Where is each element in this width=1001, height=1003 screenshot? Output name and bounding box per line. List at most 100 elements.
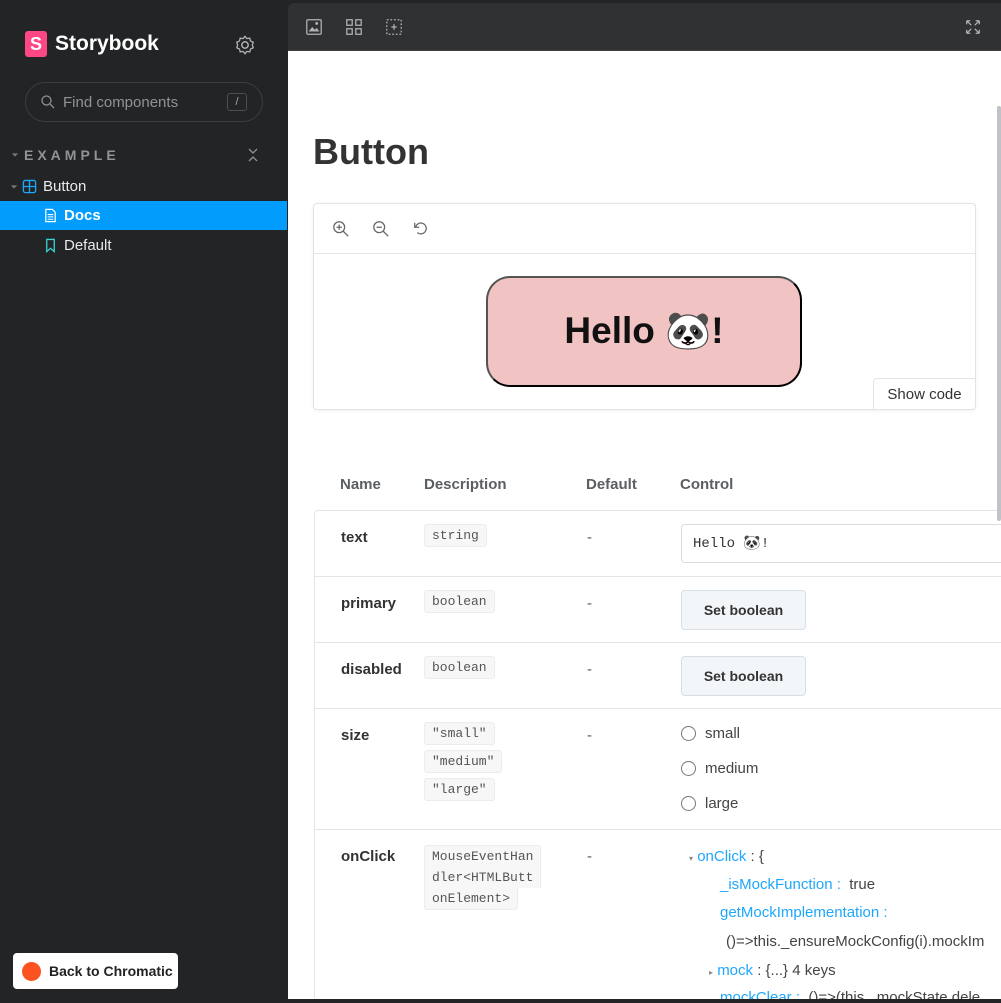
set-boolean-button[interactable]: Set boolean <box>681 590 806 630</box>
back-to-chromatic-button[interactable]: Back to Chromatic <box>13 953 178 989</box>
onclick-object-tree: ▾ onClick : { _isMockFunction : true get… <box>315 830 1001 999</box>
arg-type: boolean <box>424 656 495 684</box>
zoom-out-icon[interactable] <box>372 220 390 238</box>
reset-zoom-icon[interactable] <box>412 220 430 238</box>
arg-name: disabled <box>341 661 402 678</box>
type-tag: boolean <box>424 590 495 613</box>
arg-row-onclick: onClick MouseEventHan dler<HTMLButt onEl… <box>315 830 1001 999</box>
control-column-header: Control <box>680 476 734 493</box>
demo-button[interactable]: Hello 🐼! <box>486 276 802 387</box>
radio-label: medium <box>705 760 759 777</box>
search-input[interactable]: Find components / <box>25 82 263 122</box>
tree-is-mock: _isMockFunction : true <box>720 876 875 893</box>
arg-default: - <box>587 529 592 546</box>
arg-type: "small" "medium" "large" <box>424 722 503 806</box>
story-toolbar <box>314 204 975 254</box>
preview-toolbar <box>288 3 1001 51</box>
sidebar-item-button[interactable]: Button <box>0 172 288 201</box>
radio-circle[interactable] <box>681 761 696 776</box>
radio-medium[interactable]: medium <box>681 751 758 786</box>
component-label: Button <box>43 178 87 195</box>
tree-value: : {...} 4 keys <box>757 962 836 979</box>
component-icon <box>22 179 37 194</box>
type-tag: string <box>424 524 487 547</box>
tree-key: mock <box>717 962 754 979</box>
set-boolean-button[interactable]: Set boolean <box>681 656 806 696</box>
preview-panel: Button Hello 🐼! Show code Name Descripti… <box>287 0 1001 1003</box>
chevron-down-icon <box>11 153 19 157</box>
page-title: Button <box>313 131 429 172</box>
sidebar-item-docs[interactable]: Docs <box>0 201 288 230</box>
tree-get-impl: getMockImplementation : <box>720 904 888 921</box>
document-icon <box>45 208 56 223</box>
arg-row-size: size "small" "medium" "large" - small me… <box>315 709 1001 830</box>
search-icon <box>41 95 55 109</box>
arg-row-disabled: disabled boolean - Set boolean <box>315 643 1001 709</box>
type-tag: "small" <box>424 722 495 745</box>
tree-key: _isMockFunction : <box>720 876 841 893</box>
example-group[interactable]: EXAMPLE <box>11 147 261 163</box>
radio-circle[interactable] <box>681 726 696 741</box>
tree-mock-clear: mockClear : ()=>(this._mockState.dele <box>720 989 980 999</box>
tree-root-key: onClick <box>697 848 747 865</box>
default-column-header: Default <box>586 476 637 493</box>
radio-label: small <box>705 725 741 742</box>
outline-icon[interactable] <box>385 18 403 36</box>
zoom-in-icon[interactable] <box>332 220 350 238</box>
grid-icon[interactable] <box>345 18 363 36</box>
text-input[interactable]: Hello 🐼! <box>681 524 1001 563</box>
sidebar-item-default[interactable]: Default <box>0 231 288 260</box>
radio-large[interactable]: large <box>681 786 758 821</box>
tree-key: mockClear : <box>720 989 801 999</box>
show-code-button[interactable]: Show code <box>873 378 976 410</box>
type-tag: "medium" <box>424 750 503 773</box>
story-preview: Hello 🐼! Show code <box>313 203 976 410</box>
search-placeholder: Find components <box>63 93 179 111</box>
arg-default: - <box>587 727 592 744</box>
arg-name: text <box>341 529 368 546</box>
storybook-logo[interactable]: S Storybook <box>25 31 159 57</box>
chevron-down-icon <box>10 184 18 189</box>
docs-canvas: Button Hello 🐼! Show code Name Descripti… <box>288 51 1001 999</box>
tree-value: ()=>(this._mockState.dele <box>808 989 981 999</box>
brand-name: Storybook <box>55 32 159 55</box>
back-label: Back to Chromatic <box>49 963 173 979</box>
vertical-scrollbar[interactable] <box>997 106 1001 521</box>
args-table: text string - Hello 🐼! primary boolean -… <box>314 510 1001 999</box>
tree-root-suffix: : { <box>750 848 764 865</box>
collapse-icon[interactable] <box>247 147 259 163</box>
arg-name: size <box>341 727 370 744</box>
tree-get-impl-value: ()=>this._ensureMockConfig(i).mockIm <box>726 933 985 950</box>
group-label: EXAMPLE <box>24 147 120 163</box>
sidebar: S Storybook Find components / EXAMPLE Bu… <box>0 0 288 1003</box>
description-column-header: Description <box>424 476 507 493</box>
text-control[interactable]: Hello 🐼! <box>681 524 1001 563</box>
type-tag: "large" <box>424 778 495 801</box>
image-icon[interactable] <box>305 18 323 36</box>
settings-icon[interactable] <box>234 34 256 56</box>
type-tag: boolean <box>424 656 495 679</box>
arg-row-primary: primary boolean - Set boolean <box>315 577 1001 643</box>
chevron-right-icon: ▸ <box>709 968 714 977</box>
chromatic-icon <box>22 961 41 981</box>
name-column-header: Name <box>340 476 381 493</box>
bookmark-icon <box>46 238 55 253</box>
search-shortcut: / <box>227 93 247 111</box>
arg-row-text: text string - Hello 🐼! <box>315 511 1001 577</box>
arg-default: - <box>587 595 592 612</box>
docs-label: Docs <box>64 207 101 224</box>
arg-name: primary <box>341 595 397 612</box>
tree-mock[interactable]: ▸ mock : {...} 4 keys <box>709 962 836 979</box>
radio-label: large <box>705 795 739 812</box>
radio-circle[interactable] <box>681 796 696 811</box>
arg-type: boolean <box>424 590 495 618</box>
default-label: Default <box>64 237 112 254</box>
storybook-icon: S <box>25 31 47 57</box>
tree-root[interactable]: ▾ onClick : { <box>689 848 764 865</box>
arg-type: string <box>424 524 487 552</box>
size-radio-group: small medium large <box>681 716 758 821</box>
tree-value: true <box>849 876 876 893</box>
fullscreen-icon[interactable] <box>964 18 982 36</box>
chevron-down-icon: ▾ <box>689 854 694 863</box>
radio-small[interactable]: small <box>681 716 758 751</box>
